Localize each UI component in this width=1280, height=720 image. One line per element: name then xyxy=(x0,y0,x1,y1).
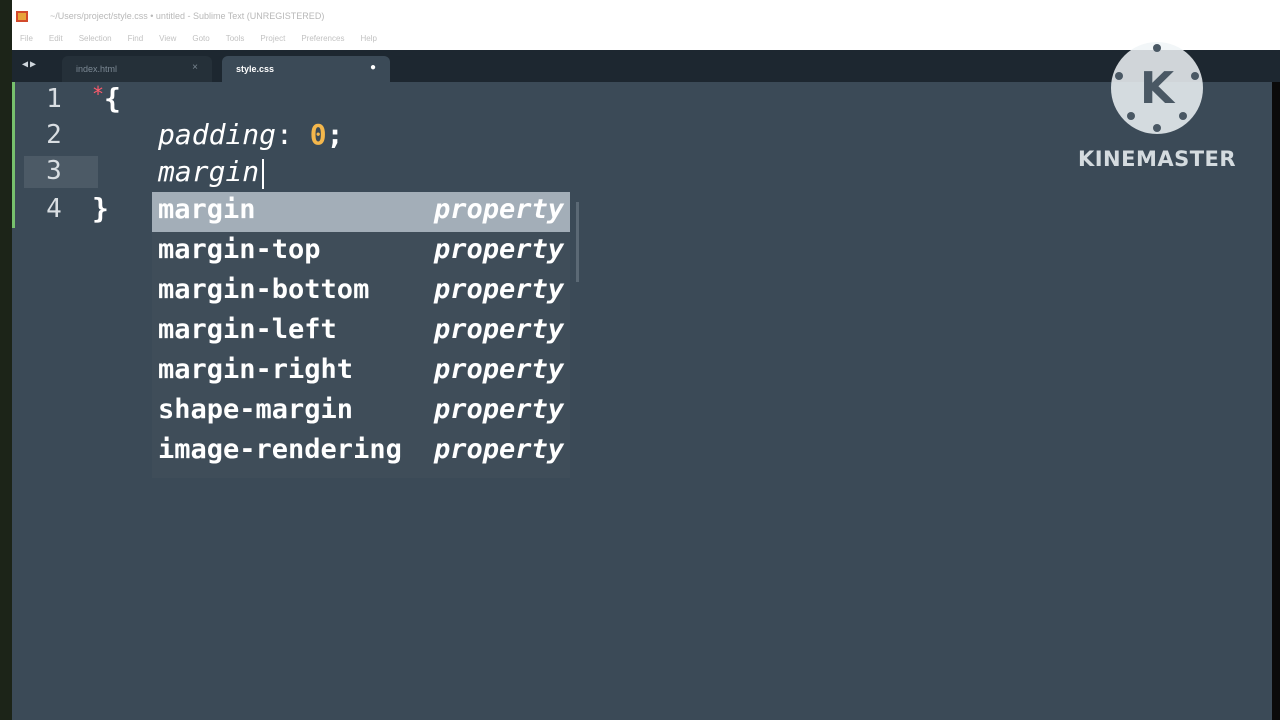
completion-kind: property xyxy=(433,234,564,265)
completion-name: image-rendering xyxy=(158,434,402,465)
video-right-edge xyxy=(1272,0,1280,720)
window-titlebar: ~/Users/project/style.css • untitled - S… xyxy=(12,0,1280,30)
css-colon: : xyxy=(276,118,310,151)
autocomplete-scrollbar[interactable] xyxy=(576,202,579,282)
menu-view[interactable]: View xyxy=(159,34,176,43)
sublime-app-icon xyxy=(16,11,28,22)
modified-lines-marker xyxy=(12,82,15,228)
completion-name: margin-right xyxy=(158,354,354,385)
autocomplete-item[interactable]: margin property xyxy=(152,192,570,232)
line-number: 3 xyxy=(46,156,62,186)
window-title: ~/Users/project/style.css • untitled - S… xyxy=(50,11,325,21)
menu-file[interactable]: File xyxy=(20,34,33,43)
kinemaster-logo-icon: K xyxy=(1111,42,1203,134)
line-number: 1 xyxy=(46,84,62,114)
autocomplete-item[interactable]: margin-left property xyxy=(152,312,570,352)
menu-edit[interactable]: Edit xyxy=(49,34,63,43)
tab-nav-arrows-icon[interactable]: ◀▶ xyxy=(22,59,38,70)
css-value: 0 xyxy=(309,118,327,151)
open-brace: { xyxy=(104,82,121,115)
completion-name: margin-top xyxy=(158,234,321,265)
close-brace: } xyxy=(92,192,109,225)
css-semicolon: ; xyxy=(326,118,344,151)
kinemaster-watermark: KINEMASTER xyxy=(1077,147,1237,171)
tab-bar: ◀▶ index.html × style.css ● xyxy=(12,50,1280,82)
text-cursor xyxy=(262,159,264,189)
autocomplete-item[interactable]: shape-margin property xyxy=(152,392,570,432)
menu-project[interactable]: Project xyxy=(260,34,285,43)
tab-label: style.css xyxy=(236,64,275,74)
logo-letter: K xyxy=(1140,63,1176,114)
line-number: 4 xyxy=(46,194,62,224)
video-left-edge xyxy=(0,0,12,720)
menu-tools[interactable]: Tools xyxy=(226,34,245,43)
typed-text: margin xyxy=(158,155,260,188)
tab-index-html[interactable]: index.html × xyxy=(62,56,212,82)
line-number: 2 xyxy=(46,120,62,150)
autocomplete-item[interactable]: margin-top property xyxy=(152,232,570,272)
menu-goto[interactable]: Goto xyxy=(192,34,209,43)
code-editor[interactable]: 1 2 3 4 *{ padding: 0; margin } margin p… xyxy=(12,82,1272,720)
code-line-3: margin xyxy=(158,155,259,188)
completion-kind: property xyxy=(433,194,564,225)
tab-style-css[interactable]: style.css ● xyxy=(222,56,390,82)
completion-name: margin xyxy=(158,194,256,225)
unsaved-dot-icon[interactable]: ● xyxy=(370,62,376,73)
css-property: padding xyxy=(158,118,277,151)
completion-name: margin-left xyxy=(158,314,337,345)
completion-kind: property xyxy=(433,354,564,385)
completion-name: margin-bottom xyxy=(158,274,370,305)
menu-find[interactable]: Find xyxy=(128,34,144,43)
menu-selection[interactable]: Selection xyxy=(79,34,112,43)
autocomplete-item[interactable]: margin-right property xyxy=(152,352,570,392)
completion-kind: property xyxy=(433,274,564,305)
universal-selector: * xyxy=(92,82,105,106)
code-line-2: padding: 0; xyxy=(158,118,343,151)
code-line-4: } xyxy=(92,192,109,225)
autocomplete-item[interactable]: margin-bottom property xyxy=(152,272,570,312)
menu-bar: File Edit Selection Find View Goto Tools… xyxy=(12,30,1280,50)
completion-kind: property xyxy=(433,434,564,465)
code-line-1: *{ xyxy=(92,82,121,115)
completion-kind: property xyxy=(433,314,564,345)
menu-preferences[interactable]: Preferences xyxy=(301,34,344,43)
menu-help[interactable]: Help xyxy=(360,34,376,43)
tab-label: index.html xyxy=(76,64,118,74)
autocomplete-popup: margin property margin-top property marg… xyxy=(152,192,570,478)
close-icon[interactable]: × xyxy=(192,62,198,73)
autocomplete-item[interactable]: image-rendering property xyxy=(152,432,570,472)
completion-kind: property xyxy=(433,394,564,425)
completion-name: shape-margin xyxy=(158,394,354,425)
